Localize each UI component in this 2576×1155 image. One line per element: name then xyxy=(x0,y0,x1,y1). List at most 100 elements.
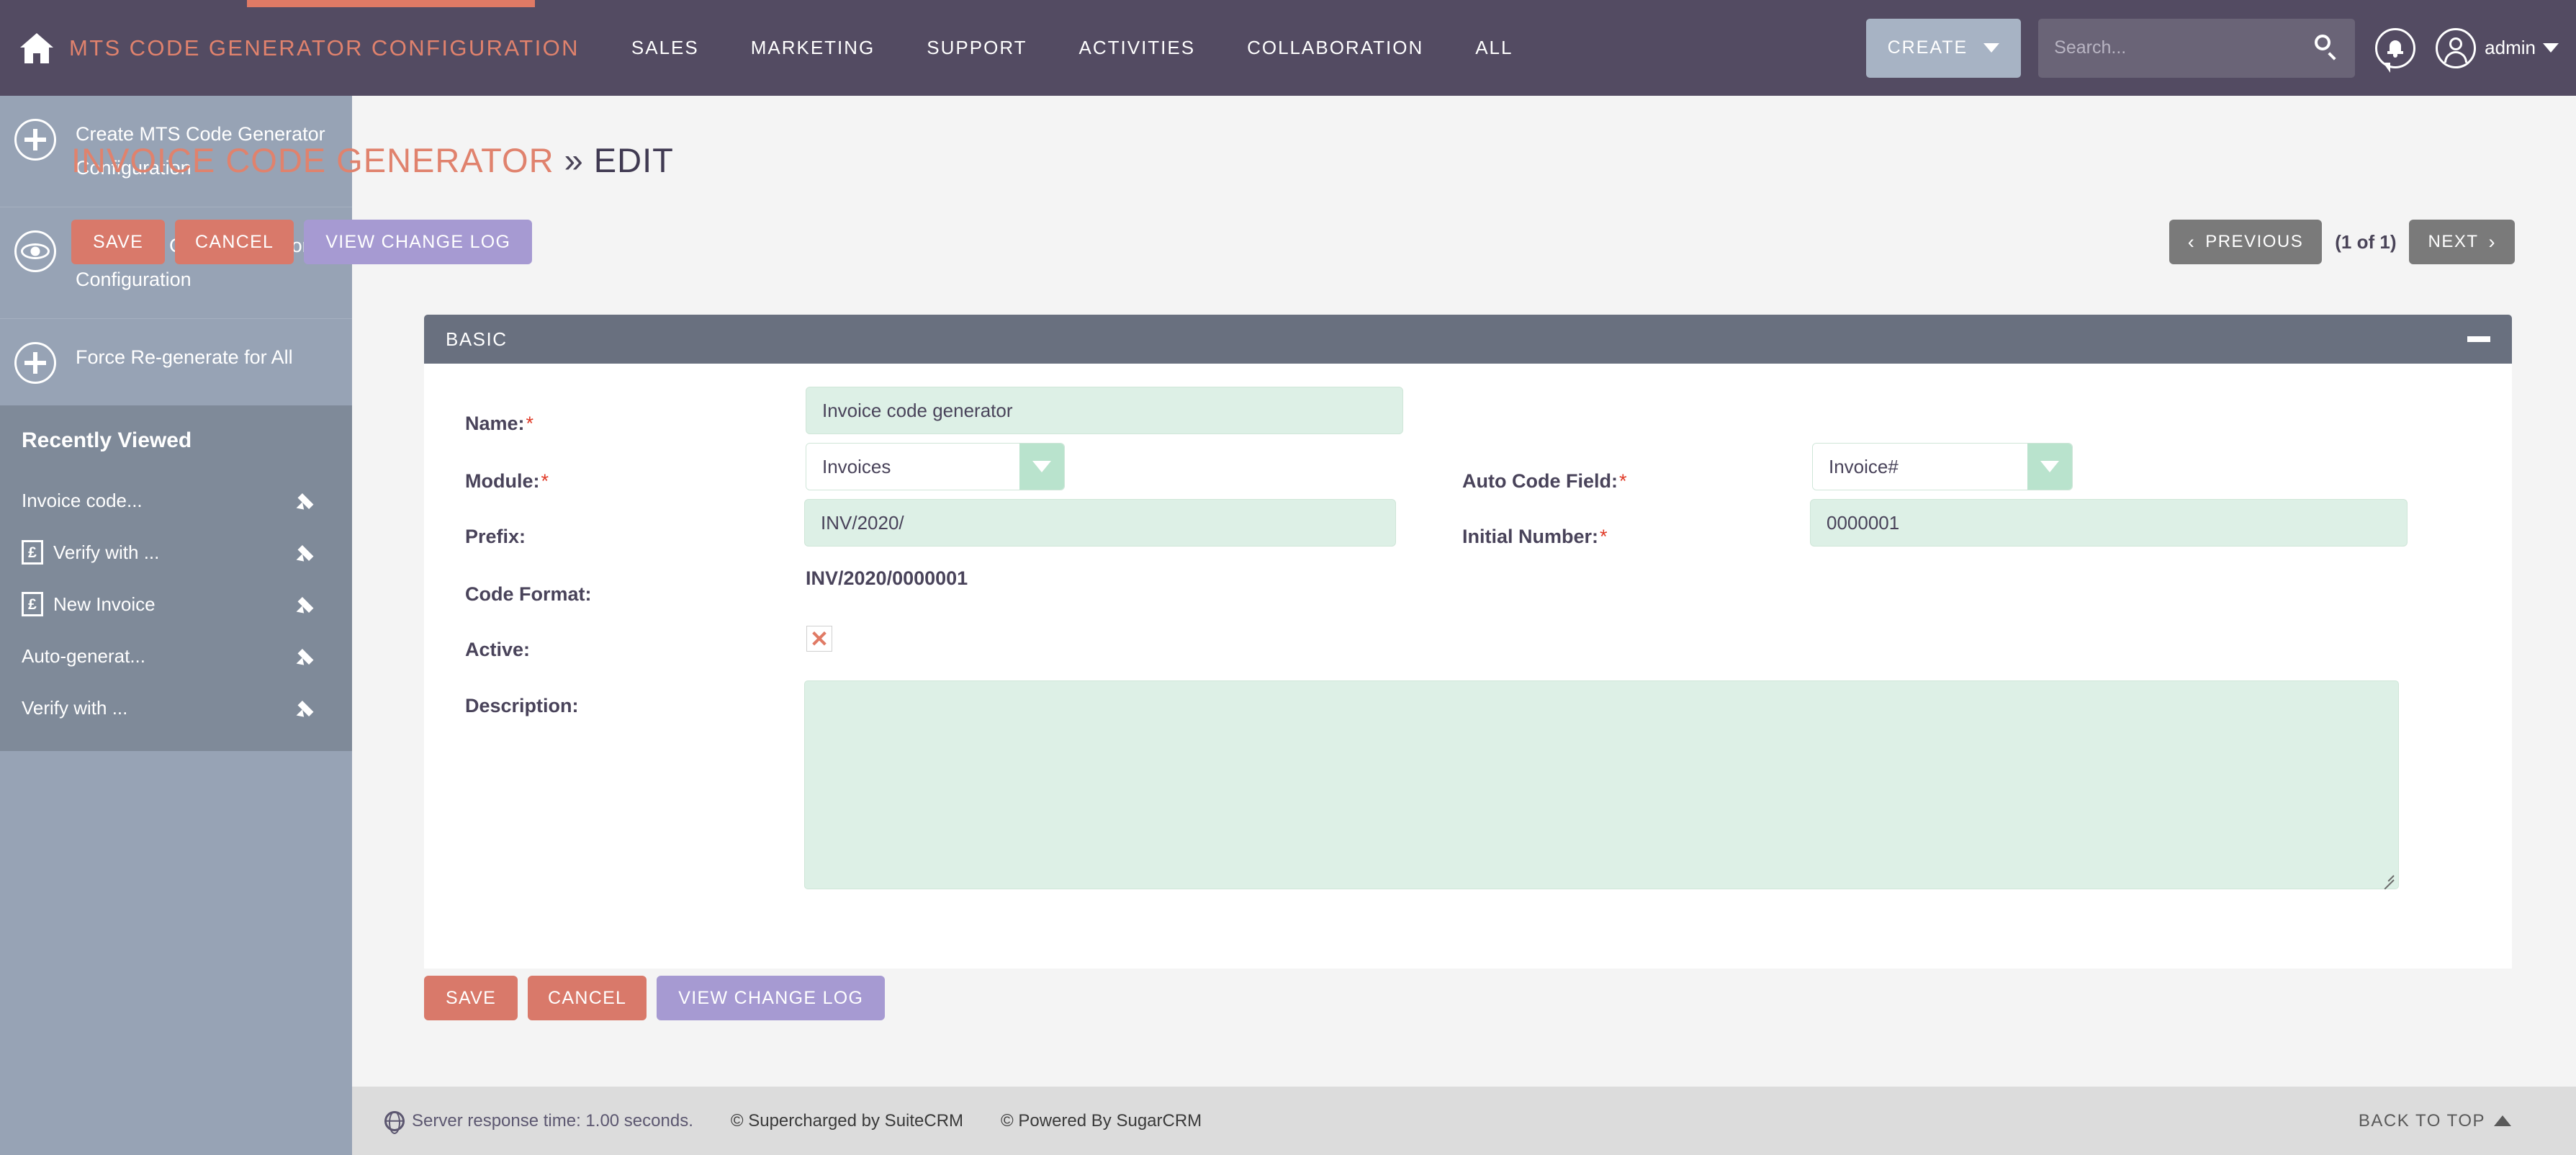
nav-item-marketing[interactable]: MARKETING xyxy=(751,37,875,59)
plus-circle-icon xyxy=(14,342,56,384)
edit-pencil-icon[interactable] xyxy=(296,490,318,513)
person-icon xyxy=(2449,37,2463,50)
admin-menu[interactable]: admin xyxy=(2485,37,2559,59)
sidebar-item-label: Force Re-generate for All xyxy=(76,346,293,368)
list-item-label: Verify with ... xyxy=(53,541,160,563)
record-pagination: ‹ PREVIOUS (1 of 1) NEXT › xyxy=(2169,220,2515,264)
bell-icon xyxy=(2387,39,2404,58)
nav-item-collaboration[interactable]: COLLABORATION xyxy=(1247,37,1423,59)
list-item[interactable]: £ New Invoice xyxy=(0,578,352,630)
speech-tail-icon xyxy=(2383,62,2391,73)
field-row-description: Description: xyxy=(465,695,579,717)
invoice-icon: £ xyxy=(22,540,43,565)
notifications-button[interactable] xyxy=(2375,27,2416,73)
cancel-button-bottom[interactable]: CANCEL xyxy=(528,976,647,1020)
back-to-top-label: BACK TO TOP xyxy=(2358,1110,2485,1131)
edit-pencil-icon[interactable] xyxy=(296,645,318,668)
code-format-label: Code Format: xyxy=(465,583,592,605)
field-row-auto-code: Auto Code Field: * xyxy=(1462,470,1627,493)
footer-left: Server response time: 1.00 seconds. © Su… xyxy=(352,1110,1202,1131)
record-count-label: (1 of 1) xyxy=(2335,230,2397,253)
active-module-accent-bar xyxy=(247,0,535,7)
field-row-active: Active: xyxy=(465,639,530,661)
initial-number-field[interactable] xyxy=(1810,499,2408,547)
recently-viewed-list: Invoice code... £ Verify with ... £ New … xyxy=(0,475,352,751)
check-x-icon: ✕ xyxy=(810,626,829,652)
plus-circle-icon xyxy=(14,119,56,161)
resize-handle-icon[interactable] xyxy=(2379,870,2395,890)
next-record-button[interactable]: NEXT › xyxy=(2409,220,2515,264)
top-navigation-bar: MTS CODE GENERATOR CONFIGURATION SALES M… xyxy=(0,0,2576,96)
basic-panel-body: Name: * Module: * Invoices Auto Code Fie… xyxy=(424,364,2512,969)
chevron-down-icon xyxy=(1983,43,2000,53)
auto-code-field-value: Invoice# xyxy=(1813,444,2027,490)
module-select[interactable]: Invoices xyxy=(806,443,1065,490)
field-row-prefix: Prefix: xyxy=(465,526,526,548)
list-item[interactable]: Verify with ... xyxy=(0,682,352,734)
previous-record-button[interactable]: ‹ PREVIOUS xyxy=(2169,220,2323,264)
search-input[interactable] xyxy=(2038,37,2284,58)
view-change-log-button-bottom[interactable]: VIEW CHANGE LOG xyxy=(657,976,886,1020)
required-marker: * xyxy=(526,413,534,434)
sidebar-item-force-regenerate[interactable]: Force Re-generate for All xyxy=(0,319,352,405)
edit-pencil-icon[interactable] xyxy=(296,541,318,565)
nav-item-support[interactable]: SUPPORT xyxy=(927,37,1027,59)
edit-pencil-icon[interactable] xyxy=(296,697,318,720)
app-root: MTS CODE GENERATOR CONFIGURATION SALES M… xyxy=(0,0,2576,1155)
basic-panel-title: BASIC xyxy=(446,328,508,350)
list-item-label: Verify with ... xyxy=(22,696,128,719)
user-avatar[interactable] xyxy=(2436,27,2477,68)
recently-viewed-header: Recently Viewed xyxy=(0,405,352,475)
name-label: Name: xyxy=(465,413,525,434)
bottom-action-buttons: SAVE CANCEL VIEW CHANGE LOG xyxy=(424,976,886,1020)
field-row-name: Name: * xyxy=(465,413,533,435)
topbar-right-controls: CREATE admin xyxy=(1865,0,2559,96)
description-label: Description: xyxy=(465,695,579,716)
name-field[interactable] xyxy=(806,387,1403,434)
previous-button-label: PREVIOUS xyxy=(2205,232,2304,251)
list-item-label: Invoice code... xyxy=(22,489,143,511)
active-label: Active: xyxy=(465,639,531,660)
description-field[interactable] xyxy=(804,680,2399,890)
global-search[interactable] xyxy=(2038,18,2356,78)
required-marker: * xyxy=(1600,526,1608,547)
save-button[interactable]: SAVE xyxy=(71,220,166,264)
nav-item-all[interactable]: ALL xyxy=(1475,37,1513,59)
top-action-buttons: SAVE CANCEL VIEW CHANGE LOG xyxy=(71,220,533,264)
invoice-icon: £ xyxy=(22,592,43,616)
current-module-title[interactable]: MTS CODE GENERATOR CONFIGURATION xyxy=(69,35,580,61)
edit-pencil-icon[interactable] xyxy=(296,593,318,616)
list-item[interactable]: Invoice code... xyxy=(0,475,352,526)
back-to-top-button[interactable]: BACK TO TOP xyxy=(2359,1111,2511,1131)
create-button[interactable]: CREATE xyxy=(1865,18,2022,78)
view-change-log-button[interactable]: VIEW CHANGE LOG xyxy=(304,220,533,264)
basic-panel-header[interactable]: BASIC xyxy=(424,315,2512,364)
nav-item-sales[interactable]: SALES xyxy=(631,37,699,59)
home-button[interactable] xyxy=(9,32,65,63)
auto-code-field-select[interactable]: Invoice# xyxy=(1812,443,2073,490)
chevron-right-icon: › xyxy=(2488,230,2496,253)
required-marker: * xyxy=(541,470,549,492)
arrow-up-icon xyxy=(2494,1115,2511,1126)
cancel-button[interactable]: CANCEL xyxy=(175,220,294,264)
create-button-label: CREATE xyxy=(1887,37,1968,58)
prefix-label: Prefix: xyxy=(465,526,526,547)
list-item[interactable]: £ Verify with ... xyxy=(0,526,352,578)
home-icon xyxy=(20,32,53,63)
list-item-label: Auto-generat... xyxy=(22,644,145,667)
nav-item-activities[interactable]: ACTIVITIES xyxy=(1079,37,1196,59)
page-title: INVOICE CODE GENERATOR » EDIT xyxy=(71,140,674,180)
auto-code-field-label: Auto Code Field: xyxy=(1462,470,1618,492)
list-item[interactable]: Auto-generat... xyxy=(0,630,352,682)
search-icon[interactable] xyxy=(2315,34,2336,60)
globe-icon xyxy=(384,1110,405,1131)
chevron-down-icon xyxy=(1019,444,1064,490)
active-checkbox[interactable]: ✕ xyxy=(806,626,832,652)
save-button-bottom[interactable]: SAVE xyxy=(424,976,518,1020)
prefix-field[interactable] xyxy=(804,499,1396,547)
main-menu: SALES MARKETING SUPPORT ACTIVITIES COLLA… xyxy=(631,37,1565,59)
module-label: Module: xyxy=(465,470,540,492)
chevron-down-icon xyxy=(2543,43,2559,53)
admin-menu-label: admin xyxy=(2485,37,2536,58)
minimize-icon[interactable] xyxy=(2467,336,2490,342)
